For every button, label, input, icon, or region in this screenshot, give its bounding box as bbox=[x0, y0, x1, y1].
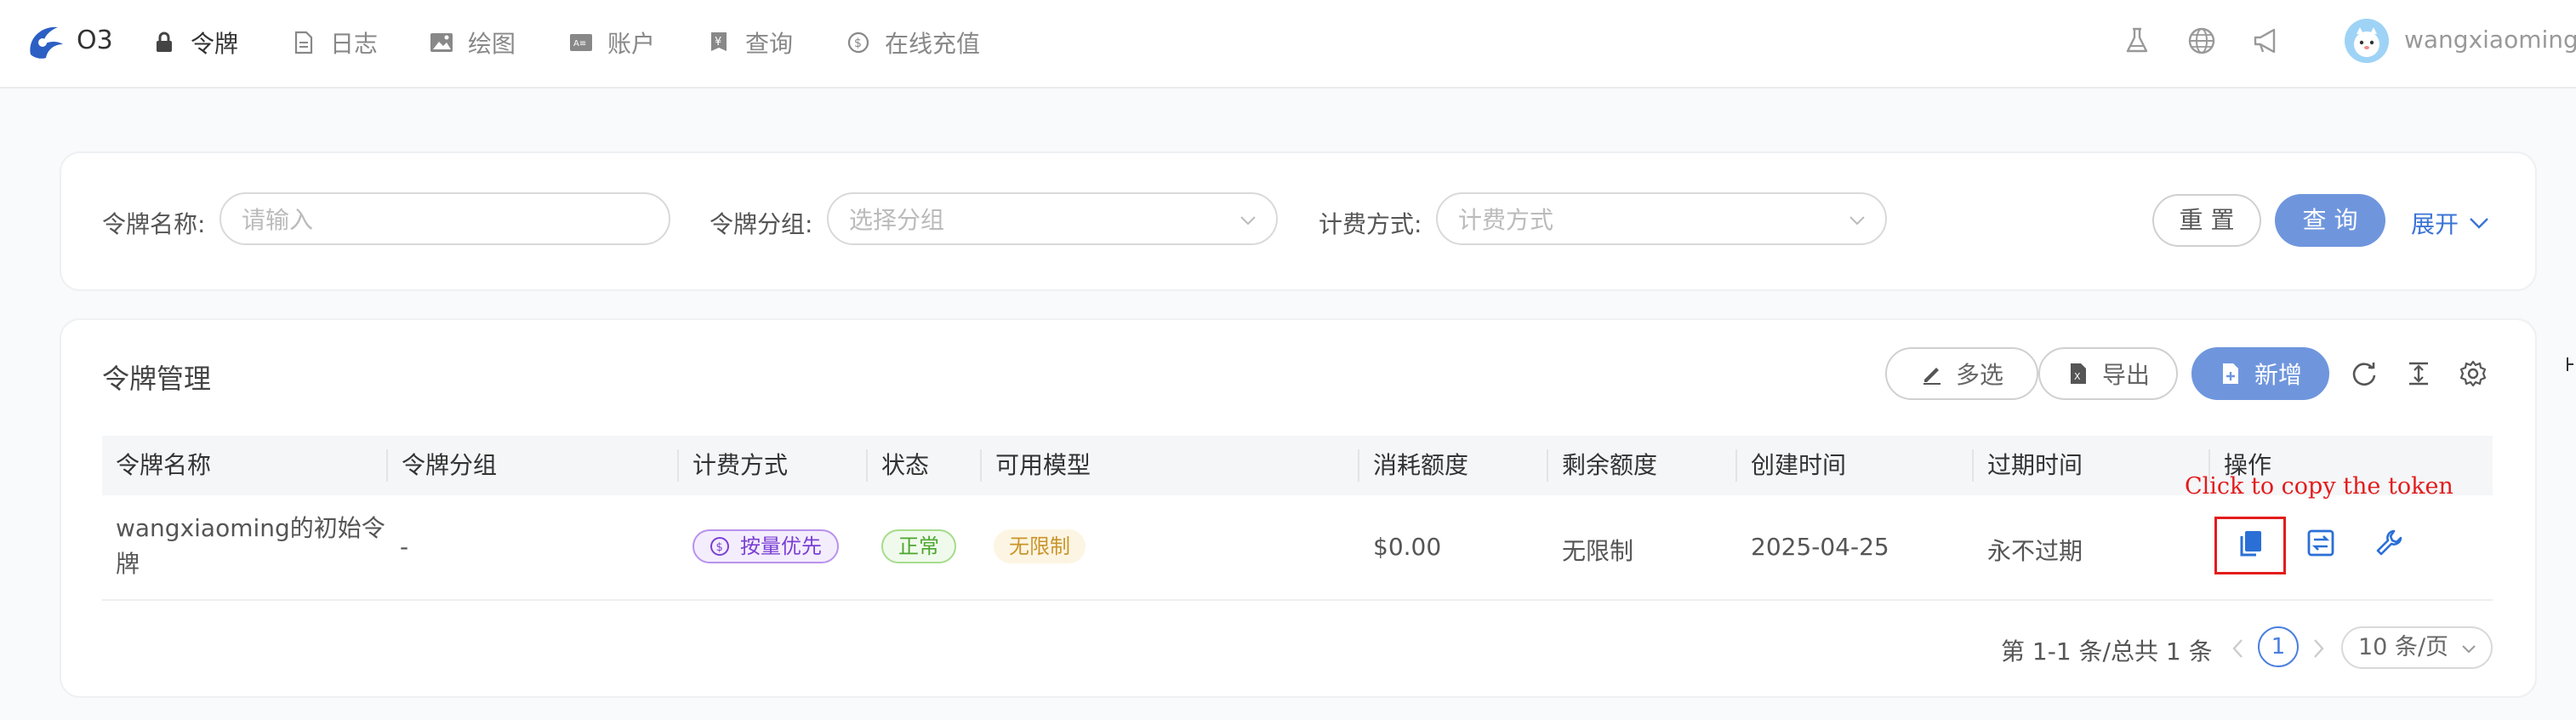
username[interactable]: wangxiaoming bbox=[2404, 26, 2576, 54]
dollar-circle-icon: $ bbox=[710, 537, 729, 556]
pagination-summary: 第 1-1 条/总共 1 条 bbox=[2001, 637, 2213, 666]
nav-item-query[interactable]: ¥ 查询 bbox=[706, 24, 793, 61]
lock-icon bbox=[151, 30, 177, 55]
chevron-down-icon bbox=[2470, 218, 2488, 229]
column-header-billing[interactable]: 计费方式 bbox=[679, 436, 788, 495]
token-group-select[interactable]: 选择分组 bbox=[827, 192, 1278, 245]
nav-item-label: 绘图 bbox=[468, 30, 516, 58]
copy-highlight-box bbox=[2214, 517, 2286, 574]
copy-annotation: Click to copy the token bbox=[2185, 473, 2453, 500]
token-group-label: 令牌分组: bbox=[710, 210, 813, 238]
excel-file-icon: X bbox=[2070, 363, 2086, 384]
token-name-input[interactable]: 请输入 bbox=[219, 192, 670, 245]
used-quota-cell: $0.00 bbox=[1373, 533, 1442, 561]
svg-text:$: $ bbox=[854, 37, 862, 50]
export-label: 导出 bbox=[2101, 361, 2150, 389]
id-card-icon: A≡ bbox=[568, 30, 594, 55]
column-header-used[interactable]: 消耗额度 bbox=[1359, 436, 1468, 495]
resize-handle-icon[interactable] bbox=[2566, 356, 2574, 373]
nav-item-label: 令牌 bbox=[191, 30, 239, 58]
avatar[interactable] bbox=[2345, 19, 2389, 63]
nav-item-label: 日志 bbox=[330, 30, 379, 58]
column-header-group[interactable]: 令牌分组 bbox=[388, 436, 497, 495]
add-token-button[interactable]: 新增 bbox=[2191, 347, 2329, 400]
token-group-cell: - bbox=[400, 533, 409, 561]
chevron-down-icon bbox=[2462, 645, 2476, 654]
token-name-label: 令牌名称: bbox=[102, 210, 206, 238]
nav-item-tokens[interactable]: 令牌 bbox=[151, 24, 238, 61]
token-name-cell: wangxiaoming的初始令 牌 bbox=[116, 511, 385, 582]
add-label: 新增 bbox=[2254, 361, 2302, 389]
yen-icon: ¥ bbox=[706, 30, 732, 55]
nav-item-label: 账户 bbox=[607, 30, 656, 58]
table-row bbox=[102, 495, 2493, 601]
svg-text:$: $ bbox=[716, 541, 723, 554]
status-badge-label: 正常 bbox=[898, 534, 939, 558]
models-tag-label: 无限制 bbox=[1009, 534, 1070, 558]
svg-text:¥: ¥ bbox=[715, 36, 721, 49]
refresh-icon[interactable] bbox=[2350, 359, 2379, 388]
page-number[interactable]: 1 bbox=[2258, 626, 2299, 667]
wrench-icon[interactable] bbox=[2374, 528, 2404, 558]
pencil-icon bbox=[1923, 368, 1941, 385]
flask-icon[interactable] bbox=[2122, 26, 2152, 56]
multiselect-button[interactable]: 多选 bbox=[1885, 347, 2038, 400]
column-header-name[interactable]: 令牌名称 bbox=[102, 436, 211, 495]
models-tag: 无限制 bbox=[994, 529, 1086, 563]
status-badge: 正常 bbox=[881, 529, 956, 563]
billing-tag-label: 按量优先 bbox=[740, 534, 822, 558]
nav-item-recharge[interactable]: $ 在线充值 bbox=[846, 24, 980, 61]
billing-method-select[interactable]: 计费方式 bbox=[1436, 192, 1887, 245]
remaining-quota-cell: 无限制 bbox=[1562, 537, 1634, 565]
created-time-cell: 2025-04-25 bbox=[1751, 533, 1889, 561]
globe-icon[interactable] bbox=[2186, 26, 2217, 56]
query-button[interactable]: 查 询 bbox=[2275, 194, 2385, 247]
brand-name[interactable]: O3 bbox=[77, 26, 113, 55]
column-header-remaining[interactable]: 剩余额度 bbox=[1548, 436, 1657, 495]
billing-tag: $ 按量优先 bbox=[692, 529, 839, 563]
multiselect-label: 多选 bbox=[1955, 361, 2003, 389]
nav-item-drawing[interactable]: 绘图 bbox=[429, 24, 516, 61]
chevron-down-icon bbox=[1240, 216, 1256, 226]
top-nav: O3 令牌 日志 绘图 A≡ 账户 ¥ 查询 $ 在线充值 wangxiaomi… bbox=[0, 0, 2576, 89]
svg-text:A≡: A≡ bbox=[573, 39, 586, 49]
expand-toggle[interactable]: 展开 bbox=[2411, 206, 2489, 240]
megaphone-icon[interactable] bbox=[2251, 26, 2282, 56]
token-name-line: 牌 bbox=[116, 550, 140, 578]
document-icon bbox=[291, 30, 316, 55]
column-header-status[interactable]: 状态 bbox=[868, 436, 929, 495]
billing-method-label: 计费方式: bbox=[1319, 210, 1422, 238]
nav-item-account[interactable]: A≡ 账户 bbox=[568, 24, 655, 61]
page-size-select[interactable]: 10 条/页 bbox=[2341, 626, 2493, 669]
column-header-created[interactable]: 创建时间 bbox=[1737, 436, 1846, 495]
chevron-right-icon[interactable] bbox=[2309, 637, 2328, 660]
add-file-icon bbox=[2222, 363, 2238, 384]
token-name-placeholder: 请输入 bbox=[242, 206, 314, 234]
column-height-icon[interactable] bbox=[2404, 359, 2433, 388]
logo-icon[interactable] bbox=[24, 22, 71, 65]
token-group-placeholder: 选择分组 bbox=[849, 206, 945, 234]
page-title: 令牌管理 bbox=[102, 363, 212, 395]
billing-method-placeholder: 计费方式 bbox=[1458, 206, 1554, 234]
token-name-line: wangxiaoming的初始令 bbox=[116, 514, 385, 542]
dollar-circle-icon: $ bbox=[846, 30, 871, 55]
nav-item-label: 在线充值 bbox=[885, 30, 981, 58]
nav-item-logs[interactable]: 日志 bbox=[291, 24, 378, 61]
swap-icon[interactable] bbox=[2305, 528, 2336, 558]
chevron-left-icon[interactable] bbox=[2229, 637, 2248, 660]
column-header-expires[interactable]: 过期时间 bbox=[1974, 436, 2083, 495]
settings-gear-icon[interactable] bbox=[2459, 359, 2488, 388]
nav-item-label: 查询 bbox=[745, 30, 794, 58]
page-size-value: 10 条/页 bbox=[2358, 634, 2449, 660]
chevron-down-icon bbox=[1849, 216, 1865, 226]
column-header-models[interactable]: 可用模型 bbox=[982, 436, 1091, 495]
svg-text:X: X bbox=[2074, 371, 2081, 382]
expire-time-cell: 永不过期 bbox=[1987, 537, 2083, 565]
image-icon bbox=[429, 30, 454, 55]
expand-label: 展开 bbox=[2411, 210, 2459, 238]
export-button[interactable]: X 导出 bbox=[2038, 347, 2178, 400]
reset-button[interactable]: 重 置 bbox=[2152, 194, 2261, 247]
